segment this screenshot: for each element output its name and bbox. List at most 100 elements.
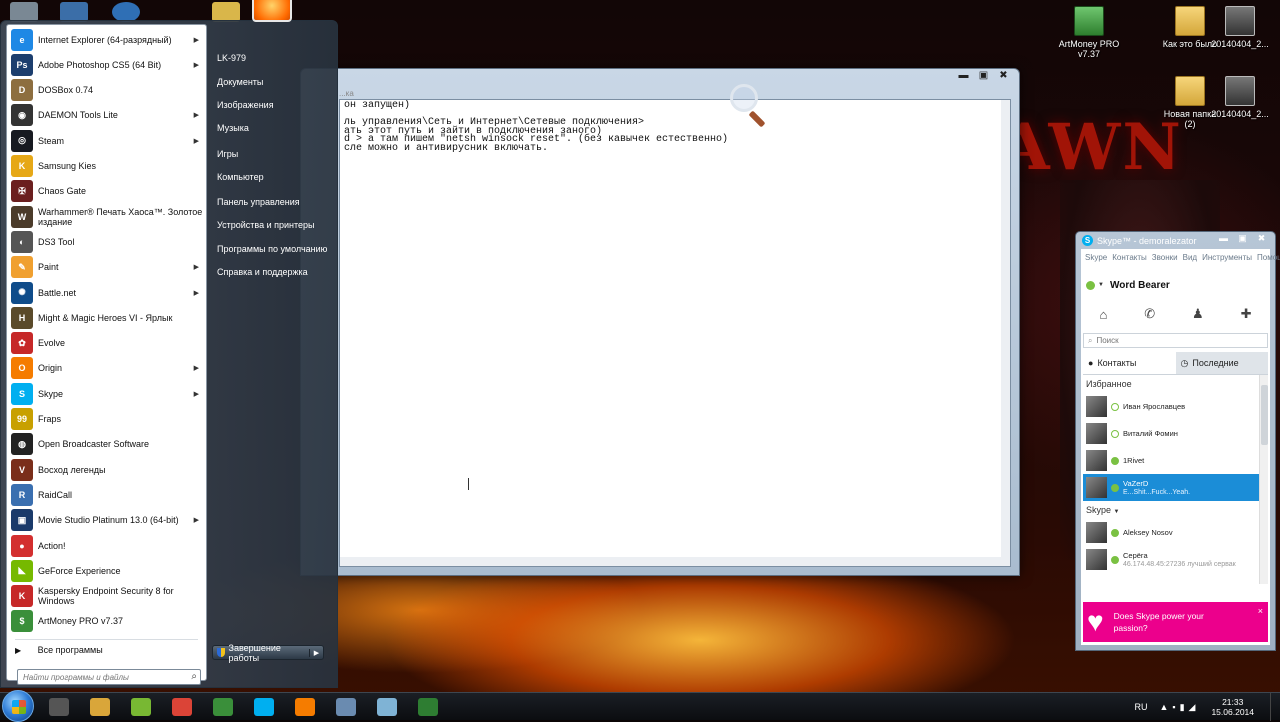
console-text-area[interactable]: он запущен) ль управления\Сеть и Интернет…	[339, 99, 1011, 567]
home-icon[interactable]: ⌂	[1099, 307, 1107, 322]
skype-menu-item[interactable]: Контакты	[1112, 253, 1147, 262]
skype-list-scrollbar[interactable]	[1259, 375, 1268, 584]
desktop-globe-icon[interactable]	[112, 2, 140, 22]
close-ad-button[interactable]: ×	[1258, 605, 1263, 617]
contact-row[interactable]: Виталий Фомин	[1083, 420, 1268, 447]
contact-row[interactable]: 1Rivet	[1083, 447, 1268, 474]
help-support-link[interactable]: Справка и поддержка	[217, 267, 308, 277]
tab-recent[interactable]: ◷ Последние	[1175, 352, 1268, 374]
program-item[interactable]: ✎ Paint ▶	[9, 255, 204, 280]
skype-menu-item[interactable]: Skype	[1085, 253, 1107, 262]
program-item[interactable]: Ps Adobe Photoshop CS5 (64 Bit) ▶	[9, 52, 204, 77]
taskbar-button[interactable]	[409, 694, 447, 720]
control-panel-link[interactable]: Панель управления	[217, 197, 300, 207]
start-button[interactable]	[2, 690, 34, 722]
group-icon[interactable]: ♟	[1192, 306, 1204, 322]
program-item[interactable]: ◉ DAEMON Tools Lite ▶	[9, 103, 204, 128]
program-item[interactable]: ◎ Steam ▶	[9, 128, 204, 153]
skype-search-input[interactable]	[1096, 336, 1247, 345]
close-button[interactable]: ✖	[994, 69, 1013, 84]
taskbar-button[interactable]	[40, 694, 78, 720]
program-item[interactable]: e Internet Explorer (64-разрядный) ▶	[9, 27, 204, 52]
all-programs-button[interactable]: ▶ Все программы	[15, 645, 103, 655]
minimize-button[interactable]: ▬	[954, 69, 973, 84]
desktop-icon-photo-1[interactable]: 20140404_2...	[1208, 6, 1272, 49]
devices-printers-link[interactable]: Устройства и принтеры	[217, 220, 315, 230]
program-item[interactable]: ✺ Battle.net ▶	[9, 280, 204, 305]
documents-link[interactable]: Документы	[217, 77, 263, 87]
program-item[interactable]: ● Action!	[9, 533, 204, 558]
contact-row[interactable]: Aleksey Nosov	[1083, 519, 1268, 546]
taskbar-button[interactable]	[286, 694, 324, 720]
computer-link[interactable]: Компьютер	[217, 172, 264, 182]
minimize-button[interactable]: ▬	[1214, 232, 1233, 245]
pictures-link[interactable]: Изображения	[217, 100, 274, 110]
start-search-input[interactable]	[18, 670, 178, 684]
language-indicator[interactable]: RU	[1134, 702, 1147, 712]
program-item[interactable]: 99 Fraps	[9, 407, 204, 432]
desktop-folder-icon[interactable]	[212, 2, 240, 22]
skype-contacts-header[interactable]: Skype ▼	[1083, 501, 1268, 519]
program-item[interactable]: ◐ DS3 Tool	[9, 229, 204, 254]
shutdown-button[interactable]: Завершение работы	[213, 643, 309, 663]
close-button[interactable]: ✖	[1252, 232, 1271, 245]
search-icon[interactable]: ⌕	[191, 671, 197, 682]
program-item[interactable]: V Восход легенды	[9, 457, 204, 482]
contact-row[interactable]: Иван Ярославцев	[1083, 393, 1268, 420]
program-item[interactable]: ✠ Chaos Gate	[9, 179, 204, 204]
phone-icon[interactable]: ✆	[1144, 306, 1155, 322]
games-link[interactable]: Игры	[217, 149, 238, 159]
taskbar-button[interactable]	[245, 694, 283, 720]
recycle-bin-icon[interactable]	[10, 2, 38, 22]
skype-ad-banner[interactable]: ♥ Does Skype power your passion? ×	[1083, 602, 1268, 642]
program-item[interactable]: S Skype ▶	[9, 381, 204, 406]
program-item[interactable]: H Might & Magic Heroes VI - Ярлык	[9, 305, 204, 330]
skype-menu-item[interactable]: Помощь	[1257, 253, 1280, 262]
show-desktop-button[interactable]	[1270, 693, 1280, 721]
start-search-box[interactable]: ⌕	[17, 669, 201, 685]
user-avatar[interactable]	[252, 0, 292, 22]
user-name-link[interactable]: LK-979	[217, 53, 246, 63]
skype-search-box[interactable]: ⌕	[1083, 333, 1268, 348]
console-window[interactable]: ▬ ▣ ✖ ...ка он запущен) ль управления\Сет…	[300, 68, 1020, 576]
program-item[interactable]: K Samsung Kies	[9, 154, 204, 179]
desktop-shortcut-icon[interactable]	[60, 2, 88, 22]
skype-window[interactable]: S Skype™ - demoralezator ▬ ▣ ✖ Skype Конт…	[1075, 231, 1280, 651]
desktop-icon-artmoney[interactable]: ArtMoney PRO v7.37	[1057, 6, 1121, 59]
horizontal-scrollbar[interactable]	[340, 557, 1001, 566]
taskbar-button[interactable]	[327, 694, 365, 720]
program-item[interactable]: O Origin ▶	[9, 356, 204, 381]
music-link[interactable]: Музыка	[217, 123, 249, 133]
taskbar-button[interactable]	[163, 694, 201, 720]
skype-user-status[interactable]: ▼ Word Bearer	[1081, 275, 1270, 295]
tray-icons[interactable]: ▲▪▮◢	[1159, 702, 1199, 713]
vertical-scrollbar[interactable]	[1001, 100, 1010, 566]
taskbar-button[interactable]	[122, 694, 160, 720]
skype-menu-item[interactable]: Вид	[1183, 253, 1197, 262]
skype-menu-item[interactable]: Звонки	[1152, 253, 1178, 262]
program-item[interactable]: W Warhammer® Печать Хаоса™. Золотое издан…	[9, 204, 204, 229]
taskbar-button[interactable]	[81, 694, 119, 720]
program-item[interactable]: ▣ Movie Studio Platinum 13.0 (64-bit) ▶	[9, 508, 204, 533]
desktop-icon-photo-2[interactable]: 20140404_2...	[1208, 76, 1272, 119]
tab-contacts[interactable]: ● Контакты	[1083, 352, 1176, 374]
program-item[interactable]: K Kaspersky Endpoint Security 8 for Windo…	[9, 584, 204, 609]
program-label: Восход легенды	[38, 464, 106, 475]
program-item[interactable]: ◣ GeForce Experience	[9, 558, 204, 583]
program-item[interactable]: ✿ Evolve	[9, 331, 204, 356]
program-item[interactable]: D DOSBox 0.74	[9, 78, 204, 103]
taskbar-button[interactable]	[204, 694, 242, 720]
default-programs-link[interactable]: Программы по умолчанию	[217, 244, 327, 254]
add-contact-icon[interactable]: ✚	[1241, 306, 1252, 322]
contact-row[interactable]: Серёга 46.174.48.45:27236 лучший сервак	[1083, 546, 1268, 573]
maximize-button[interactable]: ▣	[974, 69, 993, 84]
maximize-button[interactable]: ▣	[1233, 232, 1252, 245]
skype-menu-item[interactable]: Инструменты	[1202, 253, 1252, 262]
shutdown-options-button[interactable]: ▶	[309, 648, 323, 657]
taskbar-button[interactable]	[368, 694, 406, 720]
contact-row[interactable]: VaZerD E...Shit...Fuck...Yeah.	[1083, 474, 1268, 501]
program-item[interactable]: ◍ Open Broadcaster Software	[9, 432, 204, 457]
program-item[interactable]: R RaidCall	[9, 482, 204, 507]
program-item[interactable]: $ ArtMoney PRO v7.37	[9, 609, 204, 634]
clock[interactable]: 21:33 15.06.2014	[1211, 697, 1254, 717]
